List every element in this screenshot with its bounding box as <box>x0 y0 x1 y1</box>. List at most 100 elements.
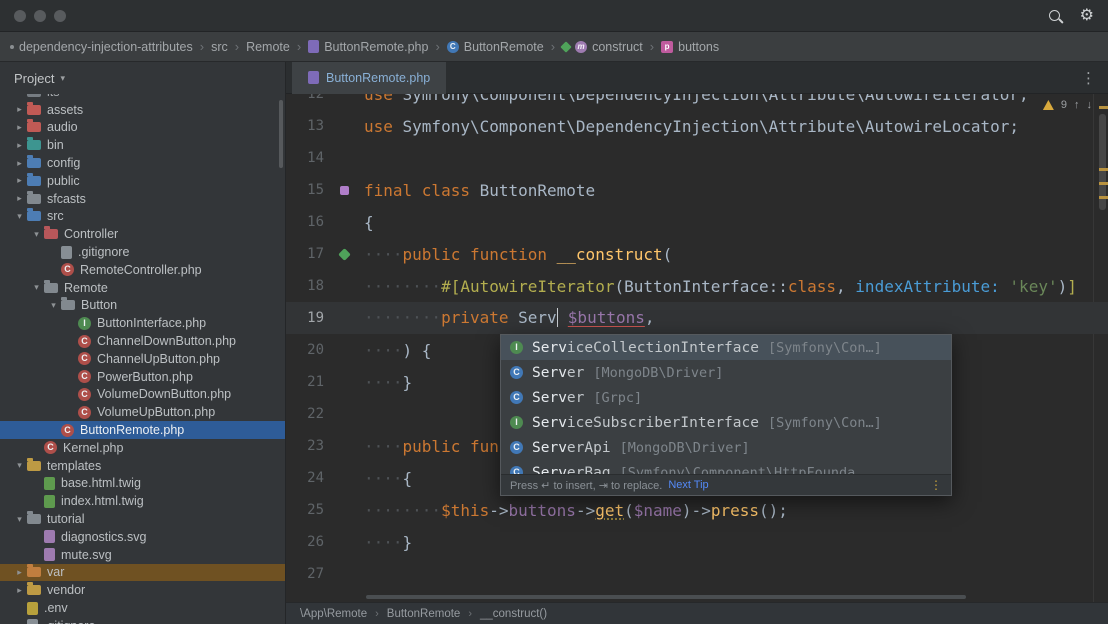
tree-item-bin[interactable]: ▸ bin <box>0 136 285 154</box>
code-editor[interactable]: 12 use Symfony\Component\DependencyInject… <box>286 94 1108 602</box>
breadcrumb-item-src[interactable]: src <box>211 40 228 54</box>
folder-gray-icon <box>27 94 41 97</box>
horizontal-scrollbar[interactable] <box>366 595 966 599</box>
close-button[interactable] <box>14 9 26 22</box>
tree-item-controller[interactable]: ▾ Controller <box>0 225 285 243</box>
tree-item-button[interactable]: ▾ Button <box>0 297 285 315</box>
tree-item-sfcasts[interactable]: ▸ sfcasts <box>0 190 285 208</box>
error-stripe-mark[interactable] <box>1099 182 1108 185</box>
tree-item-buttonremote-php[interactable]: C ButtonRemote.php <box>0 421 285 439</box>
chevron-right-icon[interactable]: ▸ <box>12 158 27 169</box>
tree-item-templates[interactable]: ▾ templates <box>0 457 285 475</box>
status-breadcrumbs: \App\Remote › ButtonRemote › __construct() <box>286 602 1108 624</box>
chevron-right-icon[interactable]: ▸ <box>12 122 27 133</box>
code-line-14[interactable]: 14 <box>286 142 1108 174</box>
next-warning-arrow-icon[interactable]: ↓ <box>1087 99 1093 111</box>
service-marker-icon[interactable] <box>337 247 351 261</box>
breadcrumb-item-dependency-injection-attributes[interactable]: dependency-injection-attributes <box>10 40 193 54</box>
tab-buttonremote-php[interactable]: ButtonRemote.php <box>292 61 447 94</box>
tree-item-config[interactable]: ▸ config <box>0 154 285 172</box>
tree-item-assets[interactable]: ▸ assets <box>0 101 285 119</box>
tree-item-remote[interactable]: ▾ Remote <box>0 279 285 297</box>
code-line-12[interactable]: 12 use Symfony\Component\DependencyInject… <box>286 94 1108 110</box>
prev-warning-arrow-icon[interactable]: ↑ <box>1074 99 1080 111</box>
class-marker-icon[interactable] <box>339 185 349 195</box>
completion-item-serverapi[interactable]: C ServerApi [MongoDB\Driver] <box>501 435 951 460</box>
code-line-18[interactable]: 18 ········#[AutowireIterator(ButtonInter… <box>286 270 1108 302</box>
completion-item-server[interactable]: C Server [Grpc] <box>501 385 951 410</box>
breadcrumb-item-buttonremote-php[interactable]: ButtonRemote.php <box>308 40 428 54</box>
error-stripe-mark[interactable] <box>1099 196 1108 199</box>
chevron-right-icon[interactable]: ▸ <box>12 140 27 151</box>
tree-item-label: src <box>47 209 64 224</box>
php-class-icon: C <box>44 441 57 455</box>
completion-kebab-icon[interactable]: ⋮ <box>930 478 942 492</box>
chevron-down-icon[interactable]: ▾ <box>12 514 27 525</box>
tree-item-diagnostics-svg[interactable]: diagnostics.svg <box>0 528 285 546</box>
tree-item-channelupbutton-php[interactable]: C ChannelUpButton.php <box>0 350 285 368</box>
chevron-down-icon[interactable]: ▾ <box>29 282 44 293</box>
next-tip-link[interactable]: Next Tip <box>668 479 708 491</box>
status-item--construct-[interactable]: __construct() <box>480 608 547 620</box>
tree-item-mute-svg[interactable]: mute.svg <box>0 546 285 564</box>
search-icon[interactable] <box>1048 10 1060 21</box>
tree-item-base-html-twig[interactable]: base.html.twig <box>0 475 285 493</box>
breadcrumb-item-construct[interactable]: m construct <box>560 40 643 54</box>
code-line-16[interactable]: 16 { <box>286 206 1108 238</box>
completion-item-server[interactable]: C Server [MongoDB\Driver] <box>501 360 951 385</box>
completion-item-serverbag[interactable]: C ServerBag [Symfony\Component\HttpFounda <box>501 460 951 474</box>
error-stripe-mark[interactable] <box>1099 168 1108 171</box>
tree-item--gitignore[interactable]: .gitignore <box>0 617 285 624</box>
breadcrumb-item-buttons[interactable]: p buttons <box>661 40 719 54</box>
breadcrumb-item-remote[interactable]: Remote <box>246 40 290 54</box>
completion-item-servicecollectioninterface[interactable]: I ServiceCollectionInterface [Symfony\Con…… <box>501 335 951 360</box>
status-item-buttonremote[interactable]: ButtonRemote <box>387 608 461 620</box>
code-line-26[interactable]: 26 ····} <box>286 526 1108 558</box>
tree-item-var[interactable]: ▸ var <box>0 563 285 582</box>
minimize-button[interactable] <box>34 9 46 22</box>
tree-item-channeldownbutton-php[interactable]: C ChannelDownButton.php <box>0 332 285 350</box>
settings-gear-icon[interactable]: ⚙ <box>1080 7 1094 24</box>
tree-item-audio[interactable]: ▸ audio <box>0 119 285 137</box>
error-stripe-mark[interactable] <box>1099 106 1108 109</box>
chevron-right-icon[interactable]: ▸ <box>12 585 27 596</box>
tree-item-index-html-twig[interactable]: index.html.twig <box>0 492 285 510</box>
tree-item-src[interactable]: ▾ src <box>0 208 285 226</box>
zoom-button[interactable] <box>54 9 66 22</box>
code-line-19[interactable]: 19 ········private Serv $buttons, <box>286 302 1108 334</box>
tree-item-volumedownbutton-php[interactable]: C VolumeDownButton.php <box>0 386 285 404</box>
env-file-icon <box>27 601 38 615</box>
completion-item-servicesubscriberinterface[interactable]: I ServiceSubscriberInterface [Symfony\Con…… <box>501 410 951 435</box>
status-item--app-remote[interactable]: \App\Remote <box>300 608 367 620</box>
breadcrumb-item-buttonremote[interactable]: C ButtonRemote <box>446 40 544 54</box>
code-line-25[interactable]: 25 ········$this->buttons->get($name)->pr… <box>286 494 1108 526</box>
tree-item--env[interactable]: .env <box>0 599 285 617</box>
tab-options-kebab-icon[interactable]: ⋮ <box>1069 69 1108 87</box>
tree-item-powerbutton-php[interactable]: C PowerButton.php <box>0 368 285 386</box>
chevron-down-icon[interactable]: ▾ <box>60 73 65 84</box>
chevron-down-icon[interactable]: ▾ <box>12 211 27 222</box>
tree-item-lts[interactable]: lts <box>0 94 285 101</box>
chevron-right-icon[interactable]: ▸ <box>12 175 27 186</box>
tree-item-remotecontroller-php[interactable]: C RemoteController.php <box>0 261 285 279</box>
inspections-widget[interactable]: 9 ↑ ↓ <box>1042 99 1093 111</box>
code-line-17[interactable]: 17 ····public function __construct( <box>286 238 1108 270</box>
tree-item--gitignore[interactable]: .gitignore <box>0 243 285 261</box>
code-line-15[interactable]: 15 final class ButtonRemote <box>286 174 1108 206</box>
tree-item-vendor[interactable]: ▸ vendor <box>0 581 285 599</box>
tree-item-public[interactable]: ▸ public <box>0 172 285 190</box>
code-line-27[interactable]: 27 <box>286 558 1108 590</box>
project-panel-header[interactable]: Project ▾ <box>0 62 285 94</box>
tree-item-tutorial[interactable]: ▾ tutorial <box>0 510 285 528</box>
chevron-down-icon[interactable]: ▾ <box>12 460 27 471</box>
chevron-right-icon[interactable]: ▸ <box>12 193 27 204</box>
chevron-down-icon[interactable]: ▾ <box>46 300 61 311</box>
code-line-13[interactable]: 13 use Symfony\Component\DependencyInject… <box>286 110 1108 142</box>
chevron-right-icon[interactable]: ▸ <box>12 104 27 115</box>
chevron-right-icon[interactable]: ▸ <box>12 567 27 578</box>
chevron-down-icon[interactable]: ▾ <box>29 229 44 240</box>
tree-item-kernel-php[interactable]: C Kernel.php <box>0 439 285 457</box>
sidebar-scrollbar[interactable] <box>279 100 283 168</box>
tree-item-buttoninterface-php[interactable]: I ButtonInterface.php <box>0 314 285 332</box>
tree-item-volumeupbutton-php[interactable]: C VolumeUpButton.php <box>0 403 285 421</box>
